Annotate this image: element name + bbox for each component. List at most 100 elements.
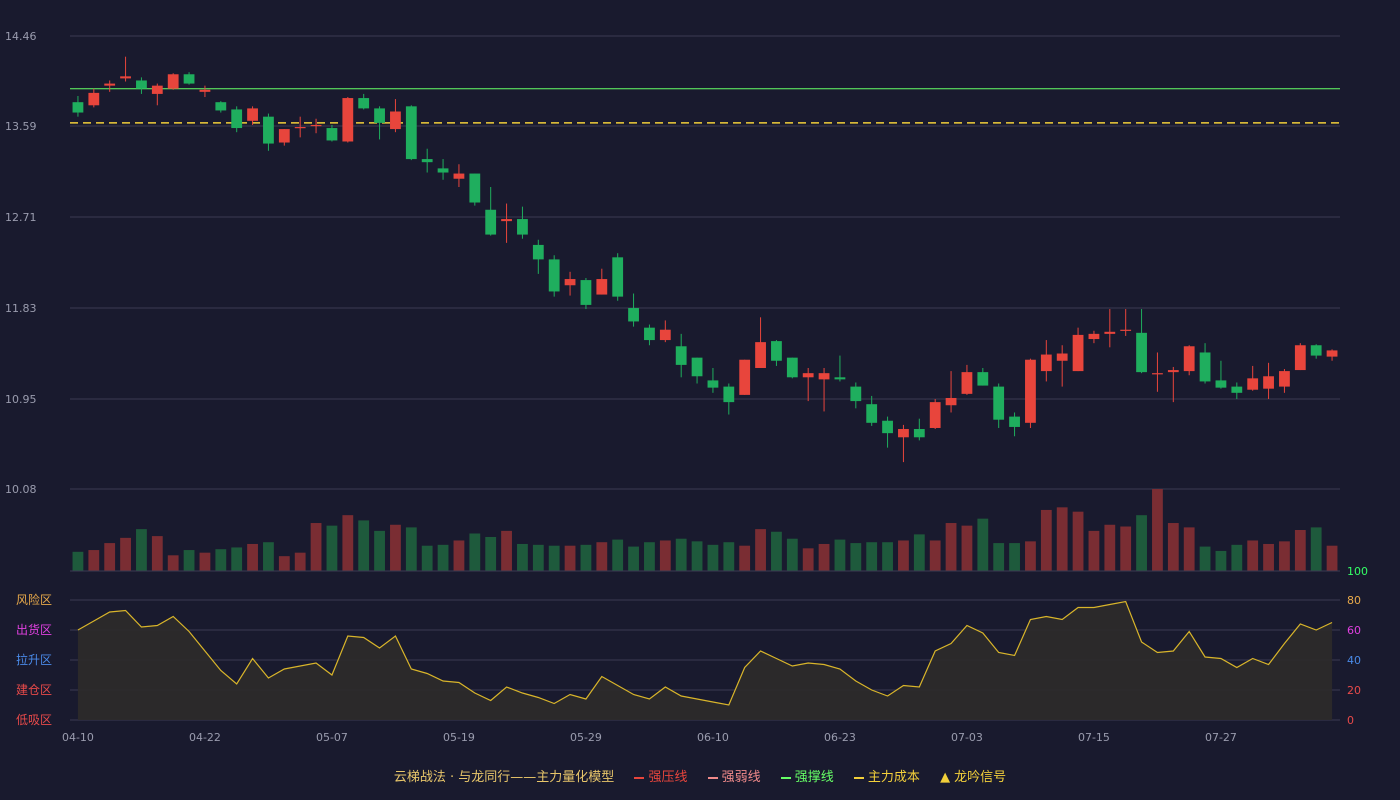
stock-chart[interactable]: 14.46 13.59 12.71 11.83 10.95 10.08 100 80 风险区 60… xyxy=(0,0,1400,800)
volume-bar xyxy=(294,552,306,571)
volume-bar xyxy=(834,539,846,571)
volume-bar xyxy=(485,536,497,571)
volume-bar xyxy=(501,530,512,571)
volume-bar xyxy=(405,527,417,571)
volume-bar xyxy=(771,531,782,571)
volume-bar xyxy=(739,545,751,571)
candle-body xyxy=(310,124,322,127)
candle-body xyxy=(580,280,592,305)
indicator-tick-label: 40 xyxy=(1347,654,1361,667)
volume-bar xyxy=(882,542,893,571)
candle-body xyxy=(1279,371,1290,387)
x-tick-label: 07-03 xyxy=(951,731,983,744)
chart-canvas[interactable]: 14.46 13.59 12.71 11.83 10.95 10.08 100 80 风险区 60… xyxy=(0,0,1400,760)
candle-body xyxy=(1310,345,1322,356)
candle-body xyxy=(739,359,751,395)
legend-marker-triangle-icon: ▲ xyxy=(940,770,951,785)
x-tick-label: 06-23 xyxy=(824,731,856,744)
candle-body xyxy=(564,279,576,286)
candle-body xyxy=(929,402,941,428)
candle-body xyxy=(628,308,639,322)
candle-body xyxy=(247,108,258,121)
candle-body xyxy=(612,257,624,297)
price-tick-label: 11.83 xyxy=(5,302,37,315)
indicator-area xyxy=(77,601,1333,720)
indicator-tick-label: 0 xyxy=(1347,714,1354,727)
candle-body xyxy=(644,327,655,341)
volume-bar xyxy=(120,537,131,571)
candle-body xyxy=(755,342,766,368)
candle-body xyxy=(1263,376,1274,389)
legend-label-weak-line: 强弱线 xyxy=(721,770,761,785)
volume-bar xyxy=(723,542,735,571)
x-tick-label: 05-29 xyxy=(570,731,602,744)
price-tick-label: 13.59 xyxy=(5,120,37,133)
candle-body xyxy=(88,92,100,106)
candle-body xyxy=(231,109,243,129)
volume-bar xyxy=(437,544,449,571)
volume-bar xyxy=(532,544,544,571)
candle-body xyxy=(834,377,846,380)
candle-body xyxy=(1136,332,1147,373)
legend-item-resistance[interactable]: 强压线 xyxy=(634,770,691,785)
candle-body xyxy=(548,259,560,292)
legend-marker-weak-icon xyxy=(707,776,718,779)
candle-body xyxy=(469,173,481,203)
candle-body xyxy=(183,74,195,84)
volume-bar xyxy=(151,536,163,571)
candle-body xyxy=(374,108,385,123)
volume-bar xyxy=(1040,509,1052,571)
volume-bar xyxy=(215,549,227,571)
volume-bar xyxy=(929,540,941,571)
indicator-zone-label: 建仓区 xyxy=(16,683,52,697)
x-tick-label: 06-10 xyxy=(697,731,729,744)
volume-bar xyxy=(755,529,766,571)
volume-bar xyxy=(1247,540,1259,571)
candle-body xyxy=(263,116,274,144)
volume-bar xyxy=(1056,507,1068,571)
candle-body xyxy=(358,98,370,109)
volume-bar xyxy=(374,530,385,571)
candle-body xyxy=(1009,416,1020,427)
candle-body xyxy=(1056,353,1068,361)
volume-bar xyxy=(517,543,528,571)
candle-body xyxy=(913,429,925,438)
candle-body xyxy=(898,429,909,438)
volume-bar xyxy=(278,556,290,571)
candle-body xyxy=(850,386,862,402)
volume-bar xyxy=(898,540,909,571)
volume-bar xyxy=(1136,515,1147,571)
candle-body xyxy=(1072,334,1084,372)
candle-body xyxy=(120,76,131,79)
volume-bar xyxy=(564,545,576,571)
volume-bar xyxy=(136,529,147,571)
candle-body xyxy=(1247,378,1259,390)
volume-bar xyxy=(199,552,211,571)
candle-body xyxy=(1294,345,1306,371)
volume-bar xyxy=(1152,489,1163,571)
x-tick-label: 07-15 xyxy=(1078,731,1110,744)
legend-item-support[interactable]: 强撑线 xyxy=(780,770,838,785)
legend-title: 云梯战法 · 与龙同行——主力量化模型 xyxy=(393,770,615,785)
candle-body xyxy=(1183,346,1195,372)
candle-body xyxy=(453,173,465,179)
candle-body xyxy=(136,80,147,89)
candle-body xyxy=(532,244,544,260)
volume-bar xyxy=(913,534,925,571)
legend-item-signal[interactable]: ▲ 龙吟信号 xyxy=(940,770,1006,785)
legend-item-weak-line[interactable]: 强弱线 xyxy=(707,770,765,785)
volume-bar xyxy=(945,523,957,571)
indicator-zone-label: 低吸区 xyxy=(16,713,52,727)
volume-bar xyxy=(72,551,84,571)
volume-bar xyxy=(850,543,862,571)
candle-body xyxy=(278,129,290,143)
candle-body xyxy=(786,357,798,378)
candle-body xyxy=(437,168,449,173)
legend-item-main-cost[interactable]: 主力成本 xyxy=(853,770,924,785)
legend-marker-cost-icon xyxy=(853,776,864,779)
volume-bar xyxy=(1326,545,1338,571)
indicator-zone-label: 拉升区 xyxy=(16,652,52,667)
candle-body xyxy=(866,404,878,423)
volume-bar xyxy=(358,520,370,571)
price-tick-label: 10.08 xyxy=(5,483,37,496)
